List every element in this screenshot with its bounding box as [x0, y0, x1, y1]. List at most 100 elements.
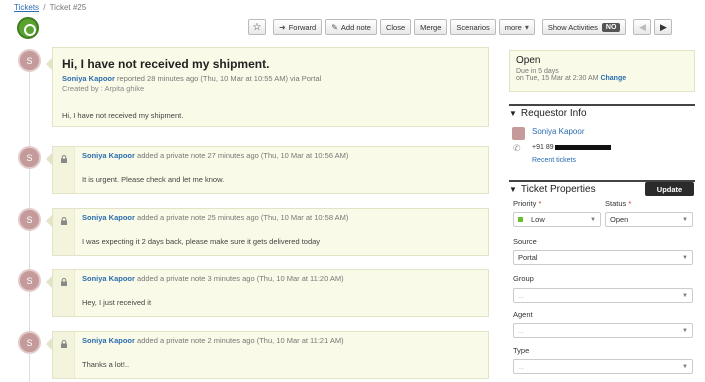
ticket-body: Hi, I have not received my shipment.: [62, 111, 184, 120]
chevron-down-icon: ▼: [682, 217, 688, 223]
requestor-info-header[interactable]: ▼ Requestor Info: [509, 104, 695, 119]
note-icon: ✎: [331, 22, 338, 32]
lock-icon: [61, 217, 67, 225]
source-label: Source: [513, 237, 537, 246]
toggle-state: NO: [601, 22, 621, 32]
note-meta: Soniya Kapoor added a private note 25 mi…: [82, 213, 348, 222]
next-ticket-button[interactable]: ▶: [654, 19, 673, 35]
more-label: more: [504, 22, 522, 32]
priority-label-text: Priority: [513, 199, 537, 208]
avatar: S: [18, 331, 41, 354]
priority-select[interactable]: Low ▼: [513, 212, 601, 227]
merge-label: Merge: [420, 22, 442, 32]
ticket-subject: Hi, I have not received my shipment.: [62, 57, 270, 71]
note-strip: [53, 270, 75, 316]
breadcrumb: Tickets / Ticket #25: [14, 3, 86, 12]
update-button[interactable]: Update: [645, 182, 694, 196]
avatar: S: [18, 146, 41, 169]
show-activities-label: Show Activities: [547, 22, 598, 32]
collapse-triangle-icon: ▼: [509, 185, 517, 194]
status-label: Status *: [605, 199, 631, 208]
ticket-toolbar: ☆ ➜ Forward ✎ Add note Close Merge Scena…: [248, 19, 673, 35]
requestor-name-link[interactable]: Soniya Kapoor: [532, 127, 584, 136]
close-button[interactable]: Close: [379, 19, 412, 35]
company-logo-icon: [17, 17, 39, 39]
agent-label: Agent: [513, 310, 533, 319]
priority-label: Priority *: [513, 199, 541, 208]
avatar: S: [18, 49, 41, 72]
priority-value: Low: [531, 215, 545, 224]
note-author-link[interactable]: Soniya Kapoor: [82, 213, 135, 222]
created-by: Created by : Arpita ghike: [62, 84, 145, 93]
private-note: Soniya Kapoor added a private note 25 mi…: [46, 208, 489, 256]
note-meta-text: added a private note 2 minutes ago (Thu,…: [137, 336, 344, 345]
type-value: ...: [518, 362, 525, 371]
note-body: I was expecting it 2 days back, please m…: [82, 237, 321, 246]
status-text: Open: [516, 55, 541, 66]
note-meta: Soniya Kapoor added a private note 2 min…: [82, 336, 344, 345]
required-mark: *: [628, 199, 632, 208]
due-date-text: on Tue, 15 Mar at 2:30 AM: [516, 75, 599, 82]
star-button[interactable]: ☆: [248, 19, 266, 35]
chevron-down-icon: ▼: [590, 217, 596, 223]
type-select[interactable]: ... ▼: [513, 359, 693, 374]
star-icon: ☆: [252, 21, 262, 33]
private-note: Soniya Kapoor added a private note 27 mi…: [46, 146, 489, 194]
previous-ticket-button[interactable]: ◀: [633, 19, 652, 35]
more-dropdown[interactable]: more ▾: [498, 19, 535, 35]
private-note: Soniya Kapoor added a private note 2 min…: [46, 331, 489, 379]
recent-tickets-link[interactable]: Recent tickets: [532, 157, 576, 164]
note-author-link[interactable]: Soniya Kapoor: [82, 274, 135, 283]
status-label-text: Status: [605, 199, 627, 208]
group-label: Group: [513, 274, 534, 283]
source-value: Portal: [518, 253, 538, 262]
avatar: S: [18, 208, 41, 231]
breadcrumb-tickets-link[interactable]: Tickets: [14, 3, 39, 12]
ticket-meta-text: reported 28 minutes ago (Thu, 10 Mar at …: [117, 74, 322, 83]
chevron-left-icon: ◀: [638, 21, 646, 32]
source-select[interactable]: Portal ▼: [513, 250, 693, 265]
due-text: Due in 5 days: [516, 68, 559, 75]
note-strip: [53, 332, 75, 378]
note-author-link[interactable]: Soniya Kapoor: [82, 336, 135, 345]
type-label: Type: [513, 346, 530, 355]
group-select[interactable]: ... ▼: [513, 288, 693, 303]
change-due-link[interactable]: Change: [600, 75, 626, 82]
due-date: on Tue, 15 Mar at 2:30 AM Change: [516, 75, 688, 82]
note-meta-text: added a private note 3 minutes ago (Thu,…: [137, 274, 344, 283]
note-meta: Soniya Kapoor added a private note 3 min…: [82, 274, 344, 283]
agent-select[interactable]: ... ▼: [513, 323, 693, 338]
collapse-triangle-icon: ▼: [509, 109, 517, 118]
merge-button[interactable]: Merge: [414, 19, 448, 35]
note-meta-text: added a private note 25 minutes ago (Thu…: [137, 213, 349, 222]
note-meta: Soniya Kapoor added a private note 27 mi…: [82, 151, 348, 160]
forward-button[interactable]: ➜ Forward: [273, 19, 323, 35]
chevron-down-icon: ▾: [524, 22, 529, 32]
private-note: Soniya Kapoor added a private note 3 min…: [46, 269, 489, 317]
avatar: S: [18, 269, 41, 292]
ticket-meta: Soniya Kapoor reported 28 minutes ago (T…: [62, 74, 321, 83]
chevron-down-icon: ▼: [682, 364, 688, 370]
note-body: Hey, I just received it: [82, 298, 152, 307]
phone-redaction: [554, 144, 611, 150]
show-activities-toggle[interactable]: Show Activities NO: [541, 19, 627, 35]
requester-link[interactable]: Soniya Kapoor: [62, 74, 115, 83]
scenarios-button[interactable]: Scenarios: [450, 19, 496, 35]
chevron-right-icon: ▶: [659, 21, 667, 32]
status-value: Open: [610, 215, 629, 224]
required-mark: *: [538, 199, 542, 208]
scenarios-label: Scenarios: [456, 22, 490, 32]
note-body: It is urgent. Please check and let me kn…: [82, 175, 225, 184]
note-strip: [53, 209, 75, 255]
note-author-link[interactable]: Soniya Kapoor: [82, 151, 135, 160]
ticket-description: Hi, I have not received my shipment. Son…: [46, 47, 489, 127]
requestor-avatar: [512, 127, 525, 140]
add-note-button[interactable]: ✎ Add note: [325, 19, 377, 35]
requestor-phone: +91 89: [532, 144, 611, 151]
breadcrumb-current: Ticket #25: [49, 3, 87, 12]
status-select[interactable]: Open ▼: [605, 212, 693, 227]
chevron-down-icon: ▼: [682, 255, 688, 261]
lock-icon: [61, 155, 67, 163]
note-strip: [53, 147, 75, 193]
note-meta-text: added a private note 27 minutes ago (Thu…: [137, 151, 349, 160]
